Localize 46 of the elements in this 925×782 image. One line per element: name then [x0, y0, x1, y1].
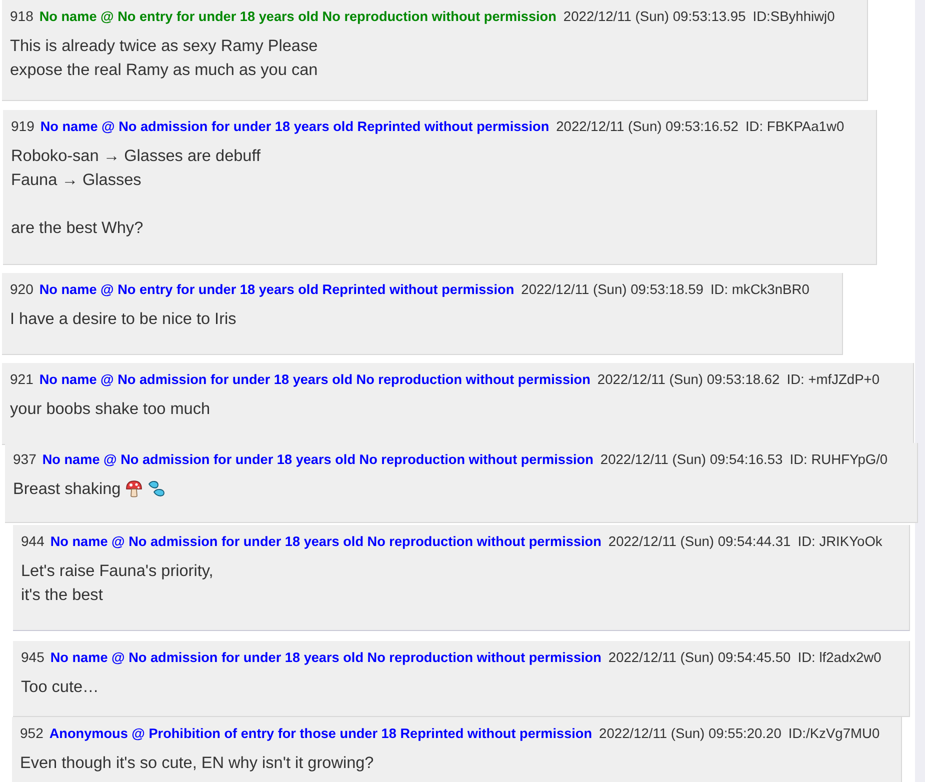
- post-text: Fauna → Glasses: [11, 170, 142, 191]
- post-number: 945: [21, 648, 44, 667]
- post-text: Breast shaking: [13, 479, 121, 500]
- post-text: Even though it's so cute, EN why isn't it growing?: [20, 753, 374, 774]
- poster-id: ID: mkCk3nBR0: [710, 281, 810, 299]
- post-text: Roboko-san → Glasses are debuff: [11, 146, 260, 167]
- post-date: 2022/12/11 (Sun) 09:53:13.95: [563, 8, 746, 26]
- post-number: 918: [10, 7, 34, 26]
- poster-id: ID: lf2adx2w0: [798, 649, 882, 667]
- poster-name: No name @ No admission for under 18 years old No reproduction without permission: [50, 533, 602, 551]
- post-number: 944: [21, 532, 44, 551]
- post-date: 2022/12/11 (Sun) 09:53:18.59: [521, 281, 704, 299]
- post-number: 920: [10, 280, 34, 299]
- post-text: it's the best: [21, 585, 103, 606]
- poster-id: ID:/KzVg7MU0: [788, 725, 880, 743]
- post-date: 2022/12/11 (Sun) 09:53:18.62: [597, 371, 780, 389]
- post-date: 2022/12/11 (Sun) 09:54:44.31: [608, 533, 791, 551]
- droplets-icon: [146, 480, 166, 498]
- poster-id: ID: RUHFYpG/0: [790, 451, 888, 469]
- post-date: 2022/12/11 (Sun) 09:53:16.52: [556, 118, 738, 136]
- poster-name: No name @ No admission for under 18 years old No reproduction without permission: [50, 649, 602, 667]
- poster-name: No name @ No admission for under 18 years old No reproduction without permission: [42, 451, 594, 469]
- post-number: 919: [11, 117, 34, 136]
- post-text: I have a desire to be nice to Iris: [10, 309, 236, 330]
- post-number: 921: [10, 370, 34, 389]
- poster-name: No name @ No entry for under 18 years old Reprinted without permission: [39, 281, 514, 299]
- poster-id: ID: +mfJZdP+0: [786, 371, 880, 389]
- post-text: are the best Why?: [11, 218, 144, 239]
- post-date: 2022/12/11 (Sun) 09:54:16.53: [600, 451, 783, 469]
- poster-name: No name @ No admission for under 18 years old Reprinted without permission: [40, 118, 550, 136]
- poster-id: ID:SByhhiwj0: [752, 8, 835, 26]
- post-number: 952: [20, 724, 44, 743]
- post-text: Too cute…: [21, 677, 99, 698]
- post-number: 937: [13, 450, 36, 469]
- post-text: This is already twice as sexy Ramy Please: [10, 36, 318, 57]
- poster-name: No name @ No admission for under 18 years old No reproduction without permission: [39, 371, 590, 389]
- post-text: expose the real Ramy as much as you can: [10, 60, 318, 81]
- post-text: Let's raise Fauna's priority,: [21, 561, 214, 582]
- poster-name: Anonymous @ Prohibition of entry for those under 18 Reprinted without permission: [49, 725, 592, 743]
- poster-id: ID: FBKPAa1w0: [745, 118, 844, 136]
- post-date: 2022/12/11 (Sun) 09:54:45.50: [608, 649, 791, 667]
- poster-id: ID: JRIKYoOk: [798, 533, 882, 551]
- post-text: your boobs shake too much: [10, 399, 210, 420]
- post-date: 2022/12/11 (Sun) 09:55:20.20: [599, 725, 782, 743]
- poster-name: No name @ No entry for under 18 years old No reproduction without permission: [39, 8, 556, 26]
- mushroom-icon: [124, 480, 143, 498]
